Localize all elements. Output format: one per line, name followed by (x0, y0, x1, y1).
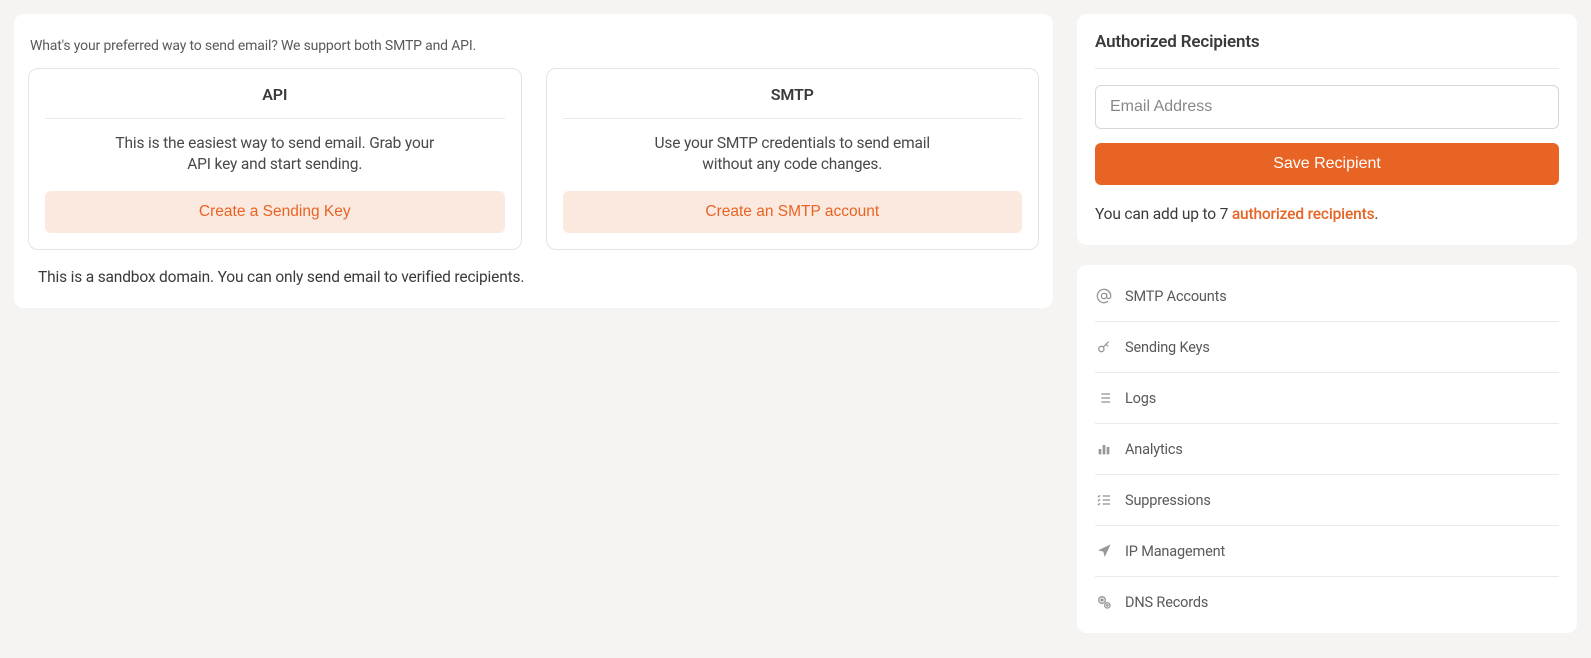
authorized-recipients-link[interactable]: authorized recipients (1232, 205, 1375, 223)
nav-sending-keys[interactable]: Sending Keys (1095, 322, 1559, 373)
key-icon (1095, 338, 1113, 356)
api-card-title: API (45, 85, 505, 119)
nav-label: Suppressions (1125, 492, 1211, 509)
recipients-title: Authorized Recipients (1095, 32, 1559, 69)
nav-label: DNS Records (1125, 594, 1208, 611)
nav-label: Logs (1125, 390, 1156, 407)
nav-label: SMTP Accounts (1125, 288, 1227, 305)
smtp-card-desc: Use your SMTP credentials to send email … (632, 133, 952, 175)
create-sending-key-button[interactable]: Create a Sending Key (45, 191, 505, 233)
limit-suffix: . (1374, 205, 1378, 223)
smtp-card-title: SMTP (563, 85, 1023, 119)
create-smtp-account-button[interactable]: Create an SMTP account (563, 191, 1023, 233)
list-icon (1095, 389, 1113, 407)
nav-label: Sending Keys (1125, 339, 1210, 356)
recipient-limit-note: You can add up to 7 authorized recipient… (1095, 205, 1559, 223)
at-sign-icon (1095, 287, 1113, 305)
navigation-icon (1095, 542, 1113, 560)
nav-label: Analytics (1125, 441, 1183, 458)
settings-nav-panel: SMTP Accounts Sending Keys Logs Analytic… (1077, 265, 1577, 633)
sandbox-note: This is a sandbox domain. You can only s… (38, 268, 1039, 286)
api-card-desc: This is the easiest way to send email. G… (115, 133, 435, 175)
gears-icon (1095, 593, 1113, 611)
checklist-icon (1095, 491, 1113, 509)
bar-chart-icon (1095, 440, 1113, 458)
nav-dns-records[interactable]: DNS Records (1095, 577, 1559, 627)
nav-smtp-accounts[interactable]: SMTP Accounts (1095, 271, 1559, 322)
email-address-input[interactable] (1095, 85, 1559, 129)
email-setup-panel: What's your preferred way to send email?… (14, 14, 1053, 308)
nav-analytics[interactable]: Analytics (1095, 424, 1559, 475)
limit-prefix: You can add up to 7 (1095, 205, 1232, 223)
nav-suppressions[interactable]: Suppressions (1095, 475, 1559, 526)
nav-logs[interactable]: Logs (1095, 373, 1559, 424)
nav-ip-management[interactable]: IP Management (1095, 526, 1559, 577)
smtp-card: SMTP Use your SMTP credentials to send e… (546, 68, 1040, 250)
nav-label: IP Management (1125, 543, 1225, 560)
authorized-recipients-panel: Authorized Recipients Save Recipient You… (1077, 14, 1577, 245)
save-recipient-button[interactable]: Save Recipient (1095, 143, 1559, 185)
api-card: API This is the easiest way to send emai… (28, 68, 522, 250)
intro-text: What's your preferred way to send email?… (30, 38, 1039, 54)
